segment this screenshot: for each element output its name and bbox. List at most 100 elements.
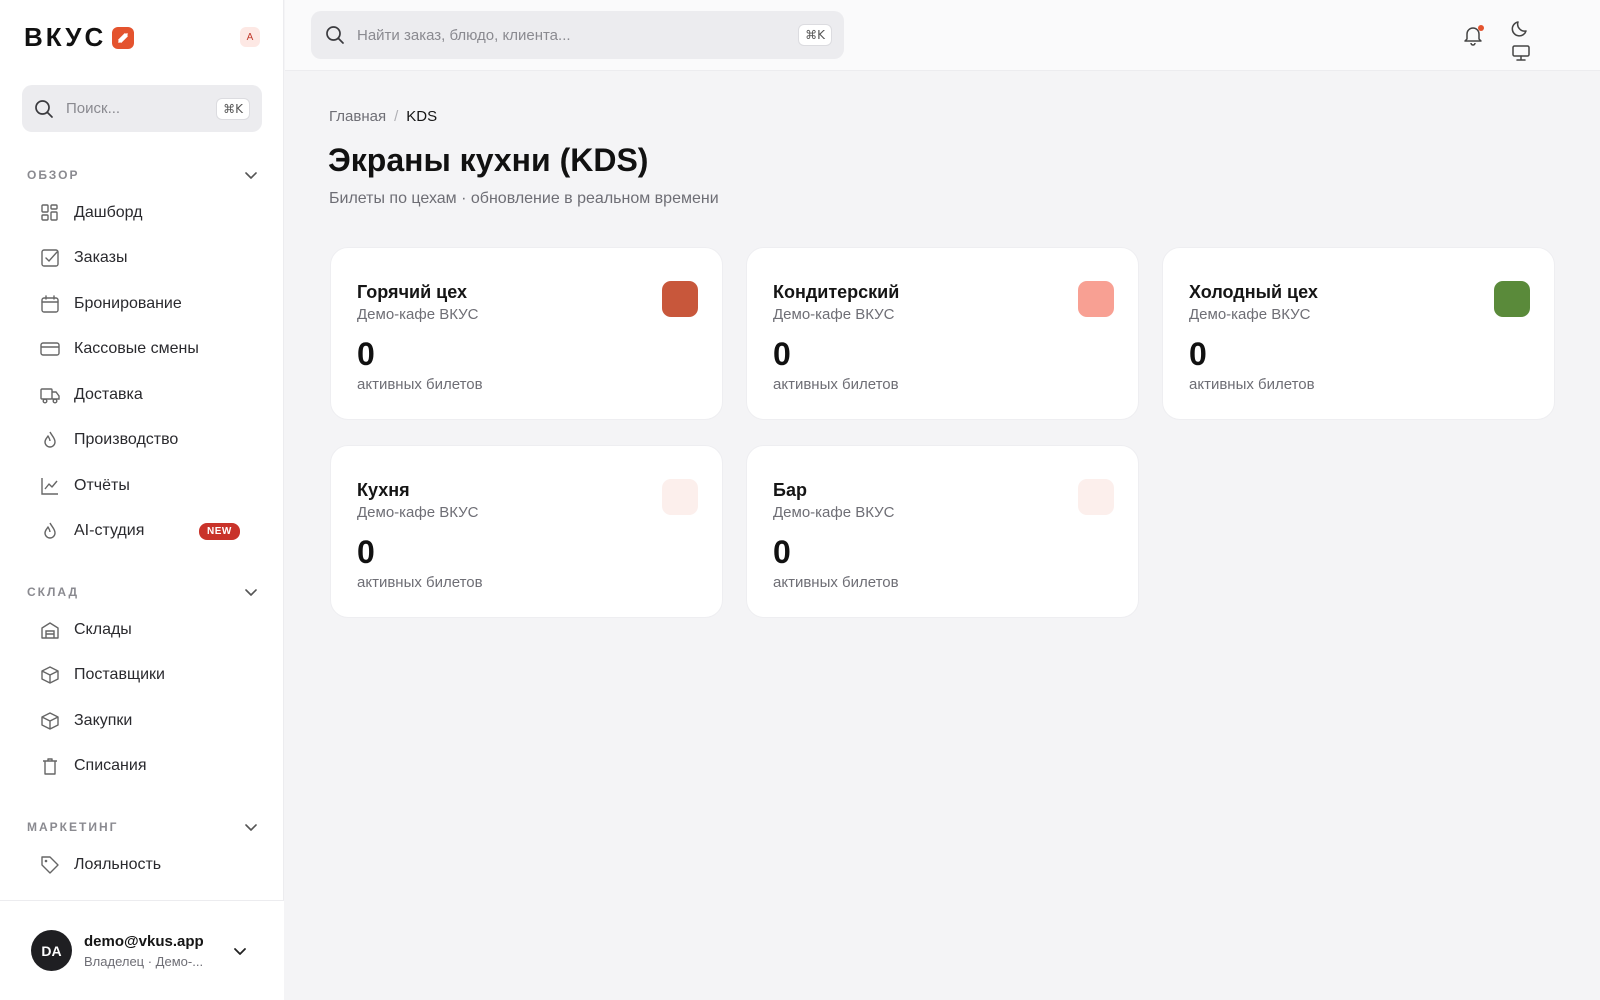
global-search-placeholder: Найти заказ, блюдо, клиента... <box>357 26 571 44</box>
station-color-swatch <box>1078 479 1114 515</box>
station-card-bar[interactable]: Бар Демо-кафе ВКУС 0 активных билетов <box>746 445 1139 618</box>
truck-icon <box>40 388 60 404</box>
shortcut-hint: ⌘K <box>216 97 250 120</box>
station-name: Бар <box>773 480 807 500</box>
active-ticket-label: активных билетов <box>773 574 899 591</box>
notification-dot <box>1478 25 1484 31</box>
breadcrumb-home-link[interactable]: Главная <box>329 108 386 125</box>
chevron-down-icon[interactable] <box>232 943 248 959</box>
sidebar-item-label: Закупки <box>74 711 133 729</box>
section-header-warehouse[interactable]: СКЛАД <box>0 577 284 607</box>
station-color-swatch <box>662 281 698 317</box>
station-venue: Демо-кафе ВКУС <box>357 306 479 323</box>
sidebar-search-placeholder: Поиск... <box>66 100 121 117</box>
brand-name: ВКУС <box>24 22 107 52</box>
station-color-swatch <box>1494 281 1530 317</box>
sidebar-nav: ОБЗОР Дашборд Заказы Бронирование Кассов… <box>0 160 284 900</box>
station-name: Кондитерский <box>773 282 900 302</box>
avatar: DA <box>31 930 72 971</box>
brand-mark-icon <box>112 26 135 49</box>
chevron-down-icon <box>245 824 257 831</box>
dashboard-icon <box>41 204 58 221</box>
active-ticket-label: активных билетов <box>357 376 483 393</box>
sidebar-item-label: Заказы <box>74 249 128 267</box>
station-color-swatch <box>662 479 698 515</box>
warehouse-icon <box>41 622 59 639</box>
sidebar-item-purchases[interactable]: Закупки <box>0 698 284 744</box>
sidebar-item-label: Доставка <box>74 385 143 403</box>
topbar: Найти заказ, блюдо, клиента... ⌘K <box>285 0 1600 71</box>
page-subtitle: Билеты по цехам · обновление в реальном … <box>329 190 719 207</box>
sidebar-item-dashboard[interactable]: Дашборд <box>0 190 284 236</box>
station-venue: Демо-кафе ВКУС <box>773 306 895 323</box>
tag-icon <box>41 856 59 874</box>
active-ticket-label: активных билетов <box>1189 376 1315 393</box>
flame-icon <box>44 431 56 448</box>
box-icon <box>41 666 59 684</box>
station-name: Холодный цех <box>1189 282 1318 302</box>
section-title: МАРКЕТИНГ <box>27 820 119 834</box>
breadcrumb-separator: / <box>394 108 399 125</box>
active-ticket-count: 0 <box>773 534 791 570</box>
station-name: Кухня <box>357 480 410 500</box>
active-ticket-label: активных билетов <box>357 574 483 591</box>
active-ticket-count: 0 <box>357 336 375 372</box>
sidebar-item-delivery[interactable]: Доставка <box>0 372 284 418</box>
station-card-hot[interactable]: Горячий цех Демо-кафе ВКУС 0 активных би… <box>330 247 723 420</box>
station-color-swatch <box>1078 281 1114 317</box>
sidebar-item-label: Бронирование <box>74 294 182 312</box>
sidebar-item-loyalty[interactable]: Лояльность <box>0 842 284 888</box>
brand-logo[interactable]: ВКУС <box>24 22 135 53</box>
sidebar: ВКУС A Поиск... ⌘K ОБЗОР Дашборд Заказы … <box>0 0 284 1000</box>
sidebar-item-reservations[interactable]: Бронирование <box>0 281 284 327</box>
page-title: Экраны кухни (KDS) <box>328 142 649 178</box>
chevron-down-icon <box>245 172 257 179</box>
workspace-chip[interactable]: A <box>240 27 260 47</box>
sidebar-item-production[interactable]: Производство <box>0 418 284 464</box>
sidebar-item-label: Дашборд <box>74 203 143 221</box>
monitor-icon[interactable] <box>1511 43 1531 63</box>
calendar-icon <box>41 295 59 313</box>
station-card-pastry[interactable]: Кондитерский Демо-кафе ВКУС 0 активных б… <box>746 247 1139 420</box>
sidebar-item-ai-studio[interactable]: AI-студия NEW <box>0 509 284 555</box>
sidebar-item-label: Склады <box>74 620 132 638</box>
trash-icon <box>43 758 57 775</box>
station-venue: Демо-кафе ВКУС <box>1189 306 1311 323</box>
active-ticket-count: 0 <box>357 534 375 570</box>
station-card-kitchen[interactable]: Кухня Демо-кафе ВКУС 0 активных билетов <box>330 445 723 618</box>
checkbox-icon <box>41 249 59 267</box>
search-icon <box>326 26 344 44</box>
sidebar-item-write-offs[interactable]: Списания <box>0 744 284 790</box>
sidebar-item-label: Отчёты <box>74 476 130 494</box>
box-icon <box>41 712 59 730</box>
sidebar-item-warehouses[interactable]: Склады <box>0 607 284 653</box>
chevron-down-icon <box>245 589 257 596</box>
credit-card-icon <box>40 342 60 356</box>
sidebar-item-reports[interactable]: Отчёты <box>0 463 284 509</box>
sidebar-item-suppliers[interactable]: Поставщики <box>0 653 284 699</box>
moon-icon[interactable] <box>1511 19 1531 39</box>
station-venue: Демо-кафе ВКУС <box>357 504 479 521</box>
sidebar-item-label: Списания <box>74 757 147 775</box>
chart-icon <box>41 477 58 495</box>
search-icon <box>35 99 53 118</box>
active-ticket-count: 0 <box>1189 336 1207 372</box>
sidebar-search-input[interactable]: Поиск... ⌘K <box>22 85 262 132</box>
section-header-overview[interactable]: ОБЗОР <box>0 160 284 190</box>
sidebar-item-label: Лояльность <box>74 855 162 873</box>
sidebar-item-cash-shifts[interactable]: Кассовые смены <box>0 327 284 373</box>
new-badge: NEW <box>199 522 240 540</box>
account-menu[interactable]: DA demo@vkus.app Владелец · Демо-... <box>0 900 284 1000</box>
breadcrumb-current: KDS <box>406 108 438 125</box>
account-role: Владелец · Демо-... <box>84 953 204 969</box>
sidebar-item-orders[interactable]: Заказы <box>0 236 284 282</box>
sidebar-item-label: Производство <box>74 431 179 449</box>
section-title: СКЛАД <box>27 585 80 599</box>
station-card-cold[interactable]: Холодный цех Демо-кафе ВКУС 0 активных б… <box>1162 247 1555 420</box>
section-header-marketing[interactable]: МАРКЕТИНГ <box>0 812 284 842</box>
section-title: ОБЗОР <box>27 168 80 182</box>
sidebar-item-label: Кассовые смены <box>74 340 199 358</box>
flame-icon <box>44 522 56 539</box>
station-venue: Демо-кафе ВКУС <box>773 504 895 521</box>
global-search-input[interactable]: Найти заказ, блюдо, клиента... ⌘K <box>311 11 844 59</box>
